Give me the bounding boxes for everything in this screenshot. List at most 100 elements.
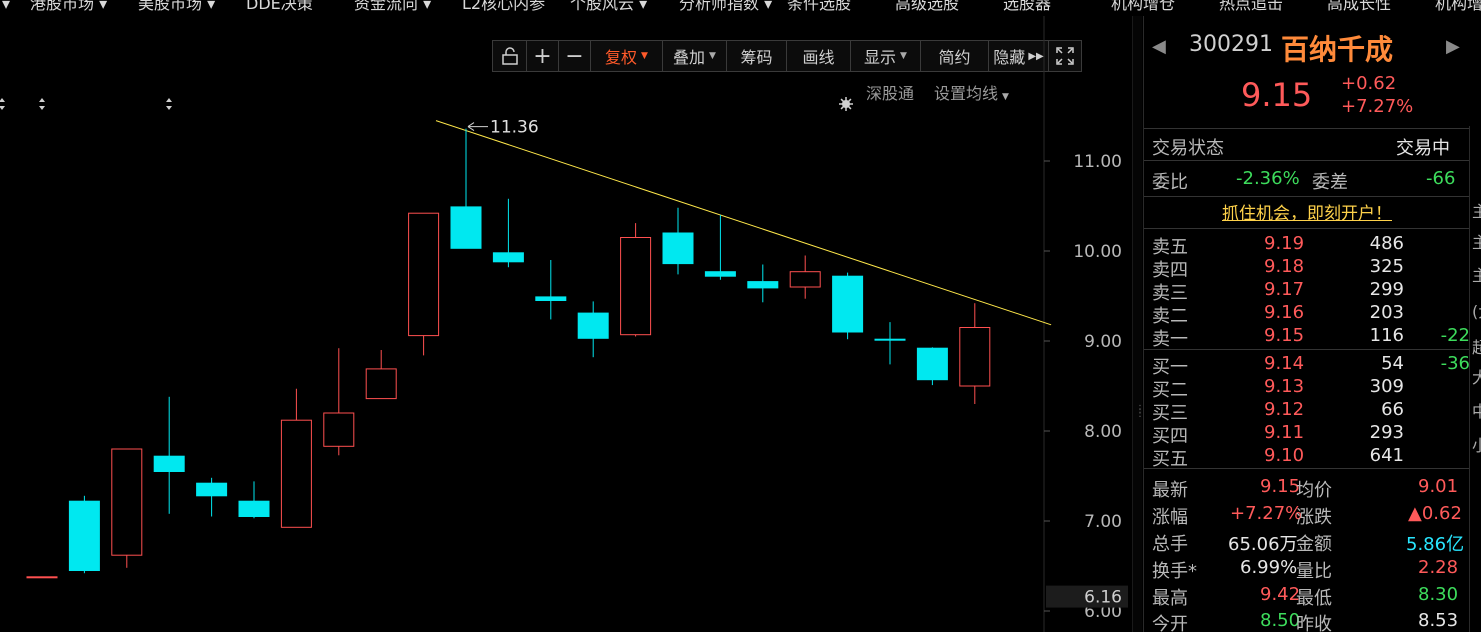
chevron-down-icon[interactable]: ▾ <box>2 0 10 14</box>
top-menu-item[interactable]: L2核心内参 <box>462 0 545 14</box>
pct-label: 涨幅 <box>1152 507 1188 528</box>
stock-header: ◀ 300291 百纳千成 ▶ 9.15 +0.62 +7.27% <box>1144 16 1481 124</box>
candle-body <box>789 271 821 288</box>
top-menu-item[interactable]: 资金流向 ▾ <box>354 0 431 14</box>
turnover-value: 6.99% <box>1240 557 1298 578</box>
book-volume: 116 <box>1369 325 1404 346</box>
trade-status-label: 交易状态 <box>1152 138 1224 159</box>
top-menu-item[interactable]: 美股市场 ▾ <box>138 0 215 14</box>
ask-row[interactable]: 卖二 9.16 203 <box>1152 302 1470 327</box>
last-price: 9.15 <box>1241 76 1313 114</box>
commit-diff-label: 委差 <box>1312 172 1348 193</box>
stock-code: 300291 <box>1189 32 1273 57</box>
candle-body <box>535 296 567 301</box>
edge-fragment-text: 主 <box>1472 266 1481 285</box>
book-volume: 203 <box>1369 302 1404 323</box>
top-menu-item[interactable]: 高成长性 <box>1327 0 1391 14</box>
ask-row[interactable]: 卖三 9.17 299 <box>1152 279 1470 304</box>
low-label: 最低 <box>1296 588 1332 609</box>
book-price: 9.17 <box>1264 279 1305 300</box>
book-price: 9.10 <box>1264 445 1305 466</box>
bid-row[interactable]: 买三 9.12 66 <box>1152 399 1470 424</box>
edge-fragment-text: 超 <box>1472 338 1481 357</box>
top-menu-item[interactable]: 热点追击 <box>1219 0 1283 14</box>
price-change: +0.62 <box>1341 73 1397 94</box>
low-value: 8.30 <box>1418 584 1459 605</box>
candle-body <box>365 368 397 400</box>
avg-label: 均价 <box>1296 480 1332 501</box>
top-menu-item[interactable]: 选股器 <box>1003 0 1051 14</box>
edge-fragment-text: 主 <box>1472 233 1481 252</box>
edge-fragment-text: 小 <box>1472 436 1481 455</box>
bid-row[interactable]: 买五 9.10 641 <box>1152 445 1470 470</box>
latest-value: 9.15 <box>1260 476 1301 497</box>
bid-row[interactable]: 买一 9.14 54 -36 <box>1152 353 1470 378</box>
axis-tick-label: 8.00 <box>1084 422 1122 442</box>
top-menu-item[interactable]: 个股风云 ▾ <box>570 0 647 14</box>
book-price: 9.16 <box>1264 302 1305 323</box>
candle-body <box>238 500 270 518</box>
event-marker-icon <box>39 98 45 110</box>
candle-body <box>704 271 736 277</box>
candle-body <box>450 206 482 249</box>
book-price: 9.14 <box>1264 353 1305 374</box>
prev-stock-icon[interactable]: ◀ <box>1152 36 1166 57</box>
candle-body <box>492 252 524 263</box>
book-price: 9.12 <box>1264 399 1305 420</box>
book-price: 9.19 <box>1264 233 1305 254</box>
axis-tick-label: 10.00 <box>1073 242 1122 262</box>
trade-status-row: 交易状态 交易中 <box>1152 134 1470 159</box>
ask-row[interactable]: 卖一 9.15 116 -22 <box>1152 325 1470 350</box>
divider <box>1144 349 1470 350</box>
book-volume: 54 <box>1381 353 1404 374</box>
ask-row[interactable]: 卖五 9.19 486 <box>1152 233 1470 258</box>
stats-row: 最新 9.15 均价 9.01 <box>1152 476 1470 501</box>
book-level-label: 卖一 <box>1152 329 1188 350</box>
axis-tick-label: 11.00 <box>1073 152 1122 172</box>
top-menu-item[interactable]: 分析师指数 ▾ <box>679 0 772 14</box>
event-marker-icon <box>166 98 172 110</box>
top-menu-item[interactable]: 机构增 <box>1435 0 1481 14</box>
bid-row[interactable]: 买四 9.11 293 <box>1152 422 1470 447</box>
book-volume: 66 <box>1381 399 1404 420</box>
price-marker-label: 6.16 <box>1084 588 1122 608</box>
stock-name: 百纳千成 <box>1281 33 1394 66</box>
panel-splitter[interactable]: ⋮ ⋮ <box>1132 16 1145 632</box>
volume-label: 总手 <box>1152 534 1188 555</box>
top-menu-item[interactable]: 机构增仓 <box>1111 0 1175 14</box>
candle-body <box>68 500 100 572</box>
stats-row: 换手* 6.99% 量比 2.28 <box>1152 557 1470 582</box>
high-price-label: 11.36 <box>490 118 539 138</box>
candle-body <box>280 419 312 528</box>
ask-row[interactable]: 卖四 9.18 325 <box>1152 256 1470 281</box>
trade-status-value: 交易中 <box>1396 138 1450 159</box>
kline-chart[interactable]: 11.0010.009.008.007.006.006.1611.36 <box>0 16 1132 632</box>
book-change: -22 <box>1440 325 1470 346</box>
commit-diff-value: -66 <box>1426 168 1456 189</box>
candle-body <box>26 576 58 579</box>
stats-row: 最高 9.42 最低 8.30 <box>1152 584 1470 609</box>
book-price: 9.18 <box>1264 256 1305 277</box>
book-volume: 299 <box>1369 279 1404 300</box>
divider <box>1144 128 1470 129</box>
amount-label: 金额 <box>1296 534 1332 555</box>
top-menu-item[interactable]: 条件选股 <box>787 0 851 14</box>
volume-value: 65.06万 <box>1228 534 1298 555</box>
candle-body <box>959 327 991 387</box>
next-stock-icon[interactable]: ▶ <box>1446 36 1460 57</box>
book-volume: 325 <box>1369 256 1404 277</box>
top-menu-item[interactable]: DDE决策 <box>246 0 313 14</box>
commit-ratio-value: -2.36% <box>1236 168 1300 189</box>
bid-row[interactable]: 买二 9.13 309 <box>1152 376 1470 401</box>
top-menu-item[interactable]: 港股市场 ▾ <box>30 0 107 14</box>
open-account-link[interactable]: 抓住机会，即刻开户！ <box>1144 199 1470 224</box>
edge-fragment-text: 大 <box>1472 368 1481 387</box>
amount-value: 5.86亿 <box>1406 534 1465 555</box>
book-volume: 486 <box>1369 233 1404 254</box>
candle-body <box>408 212 440 337</box>
price-change-pct: +7.27% <box>1341 96 1414 117</box>
candle-body <box>662 232 694 265</box>
top-menu-item[interactable]: 高级选股 <box>895 0 959 14</box>
divider <box>1144 228 1470 229</box>
candle-body <box>747 281 779 289</box>
